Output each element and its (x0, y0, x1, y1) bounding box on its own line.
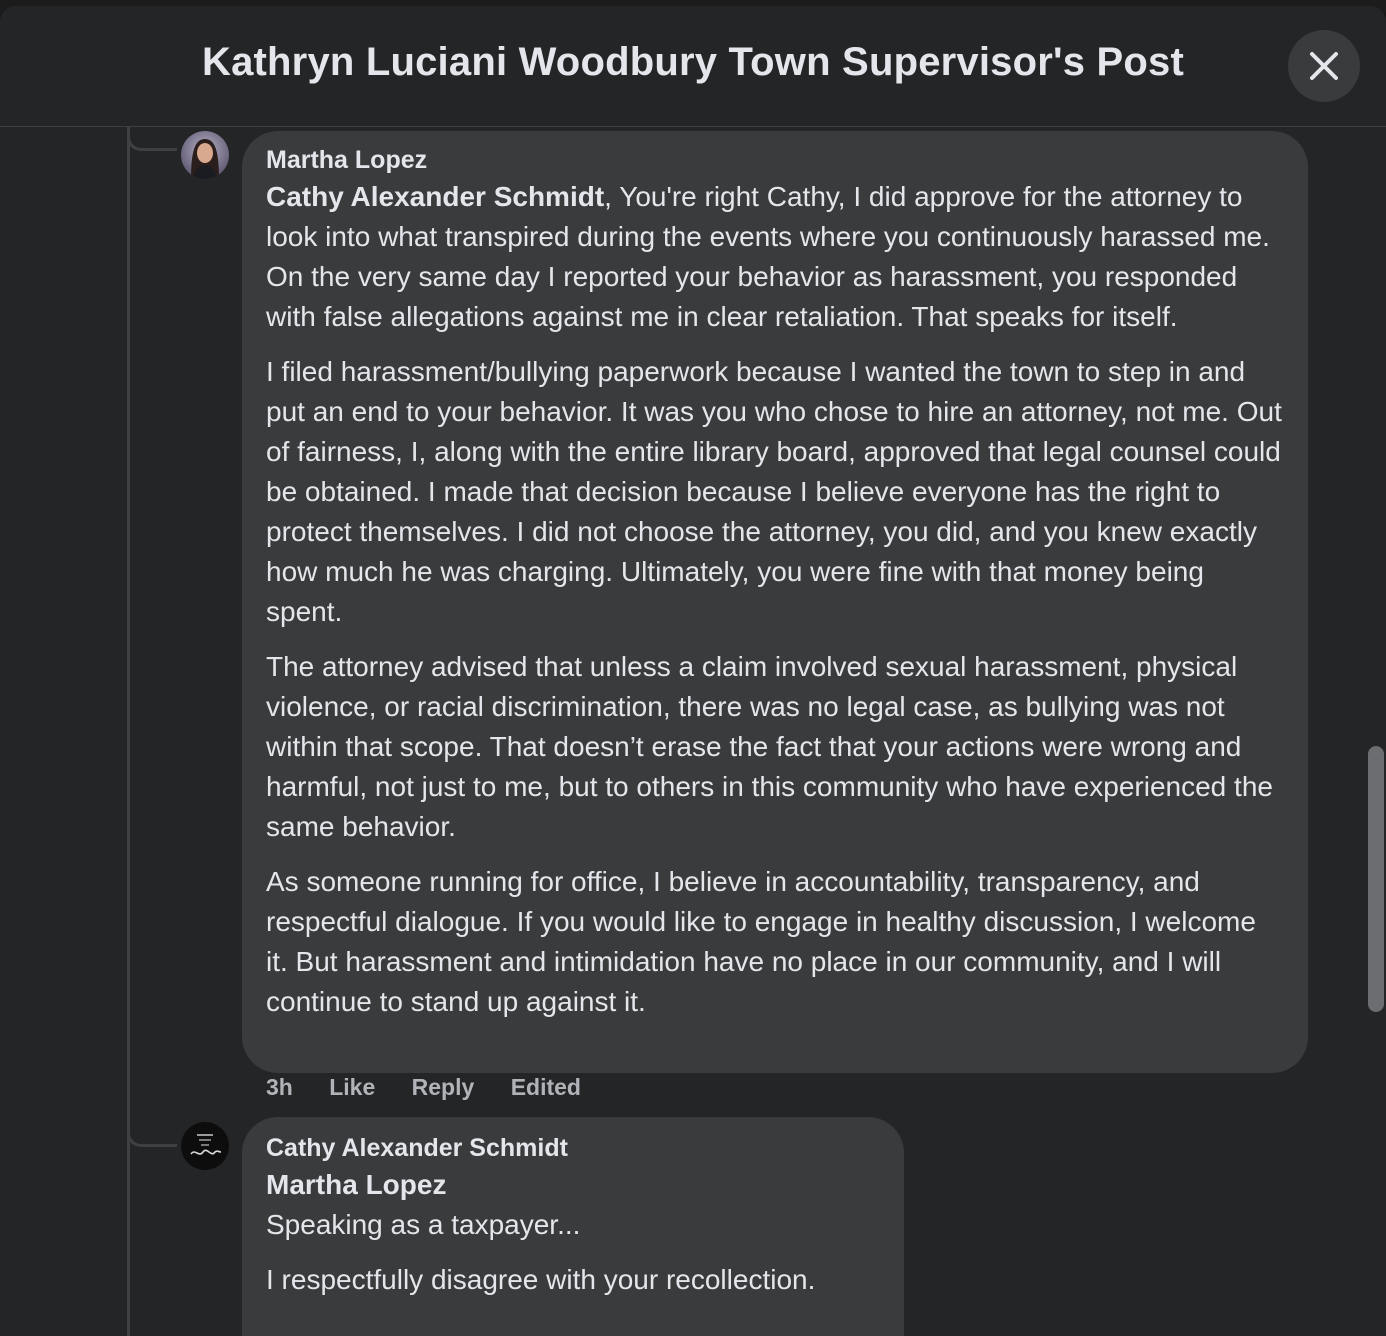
thread-connector (127, 127, 177, 151)
modal-title: Kathryn Luciani Woodbury Town Supervisor… (202, 40, 1184, 84)
comment-paragraph: Cathy Alexander Schmidt, You're right Ca… (266, 177, 1284, 337)
comment-paragraph: I respectfully disagree with your recoll… (266, 1264, 816, 1295)
thread-connector (127, 1123, 177, 1147)
close-button[interactable] (1288, 30, 1360, 102)
avatar-cathy-alexander-schmidt-icon (181, 1122, 229, 1170)
comment-paragraph: I filed harassment/bullying paperwork be… (266, 356, 1282, 627)
comment-paragraph: Martha Lopez (266, 1165, 880, 1205)
scrollbar-thumb[interactable] (1368, 746, 1384, 1012)
comment-actions: 3h Like Reply Edited (266, 1074, 611, 1110)
mention-link[interactable]: Cathy Alexander Schmidt (266, 181, 604, 212)
comment-bubble: Martha Lopez Cathy Alexander Schmidt, Yo… (242, 131, 1308, 1073)
comment-paragraph: Speaking as a taxpayer... (266, 1209, 581, 1240)
mention-link[interactable]: Martha Lopez (266, 1169, 446, 1200)
like-button[interactable]: Like (329, 1074, 375, 1100)
comment-timestamp[interactable]: 3h (266, 1074, 293, 1100)
comment-paragraph: The attorney advised that unless a claim… (266, 651, 1273, 842)
comment-paragraph: As someone running for office, I believe… (266, 866, 1256, 1017)
comments-scroll-area[interactable]: Martha Lopez Cathy Alexander Schmidt, Yo… (0, 127, 1386, 1336)
comment-author[interactable]: Cathy Alexander Schmidt (266, 1133, 880, 1163)
modal-header: Kathryn Luciani Woodbury Town Supervisor… (0, 6, 1386, 127)
avatar-martha-lopez-icon (181, 131, 229, 179)
thread-line (127, 127, 130, 1336)
avatar[interactable] (181, 1122, 229, 1170)
reply-button[interactable]: Reply (412, 1074, 475, 1100)
close-icon (1310, 52, 1338, 80)
edited-label[interactable]: Edited (511, 1074, 581, 1100)
comment-author[interactable]: Martha Lopez (266, 145, 1284, 175)
comment-bubble: Cathy Alexander Schmidt Martha Lopez Spe… (242, 1117, 904, 1336)
avatar[interactable] (181, 131, 229, 179)
post-modal: Kathryn Luciani Woodbury Town Supervisor… (0, 6, 1386, 1336)
